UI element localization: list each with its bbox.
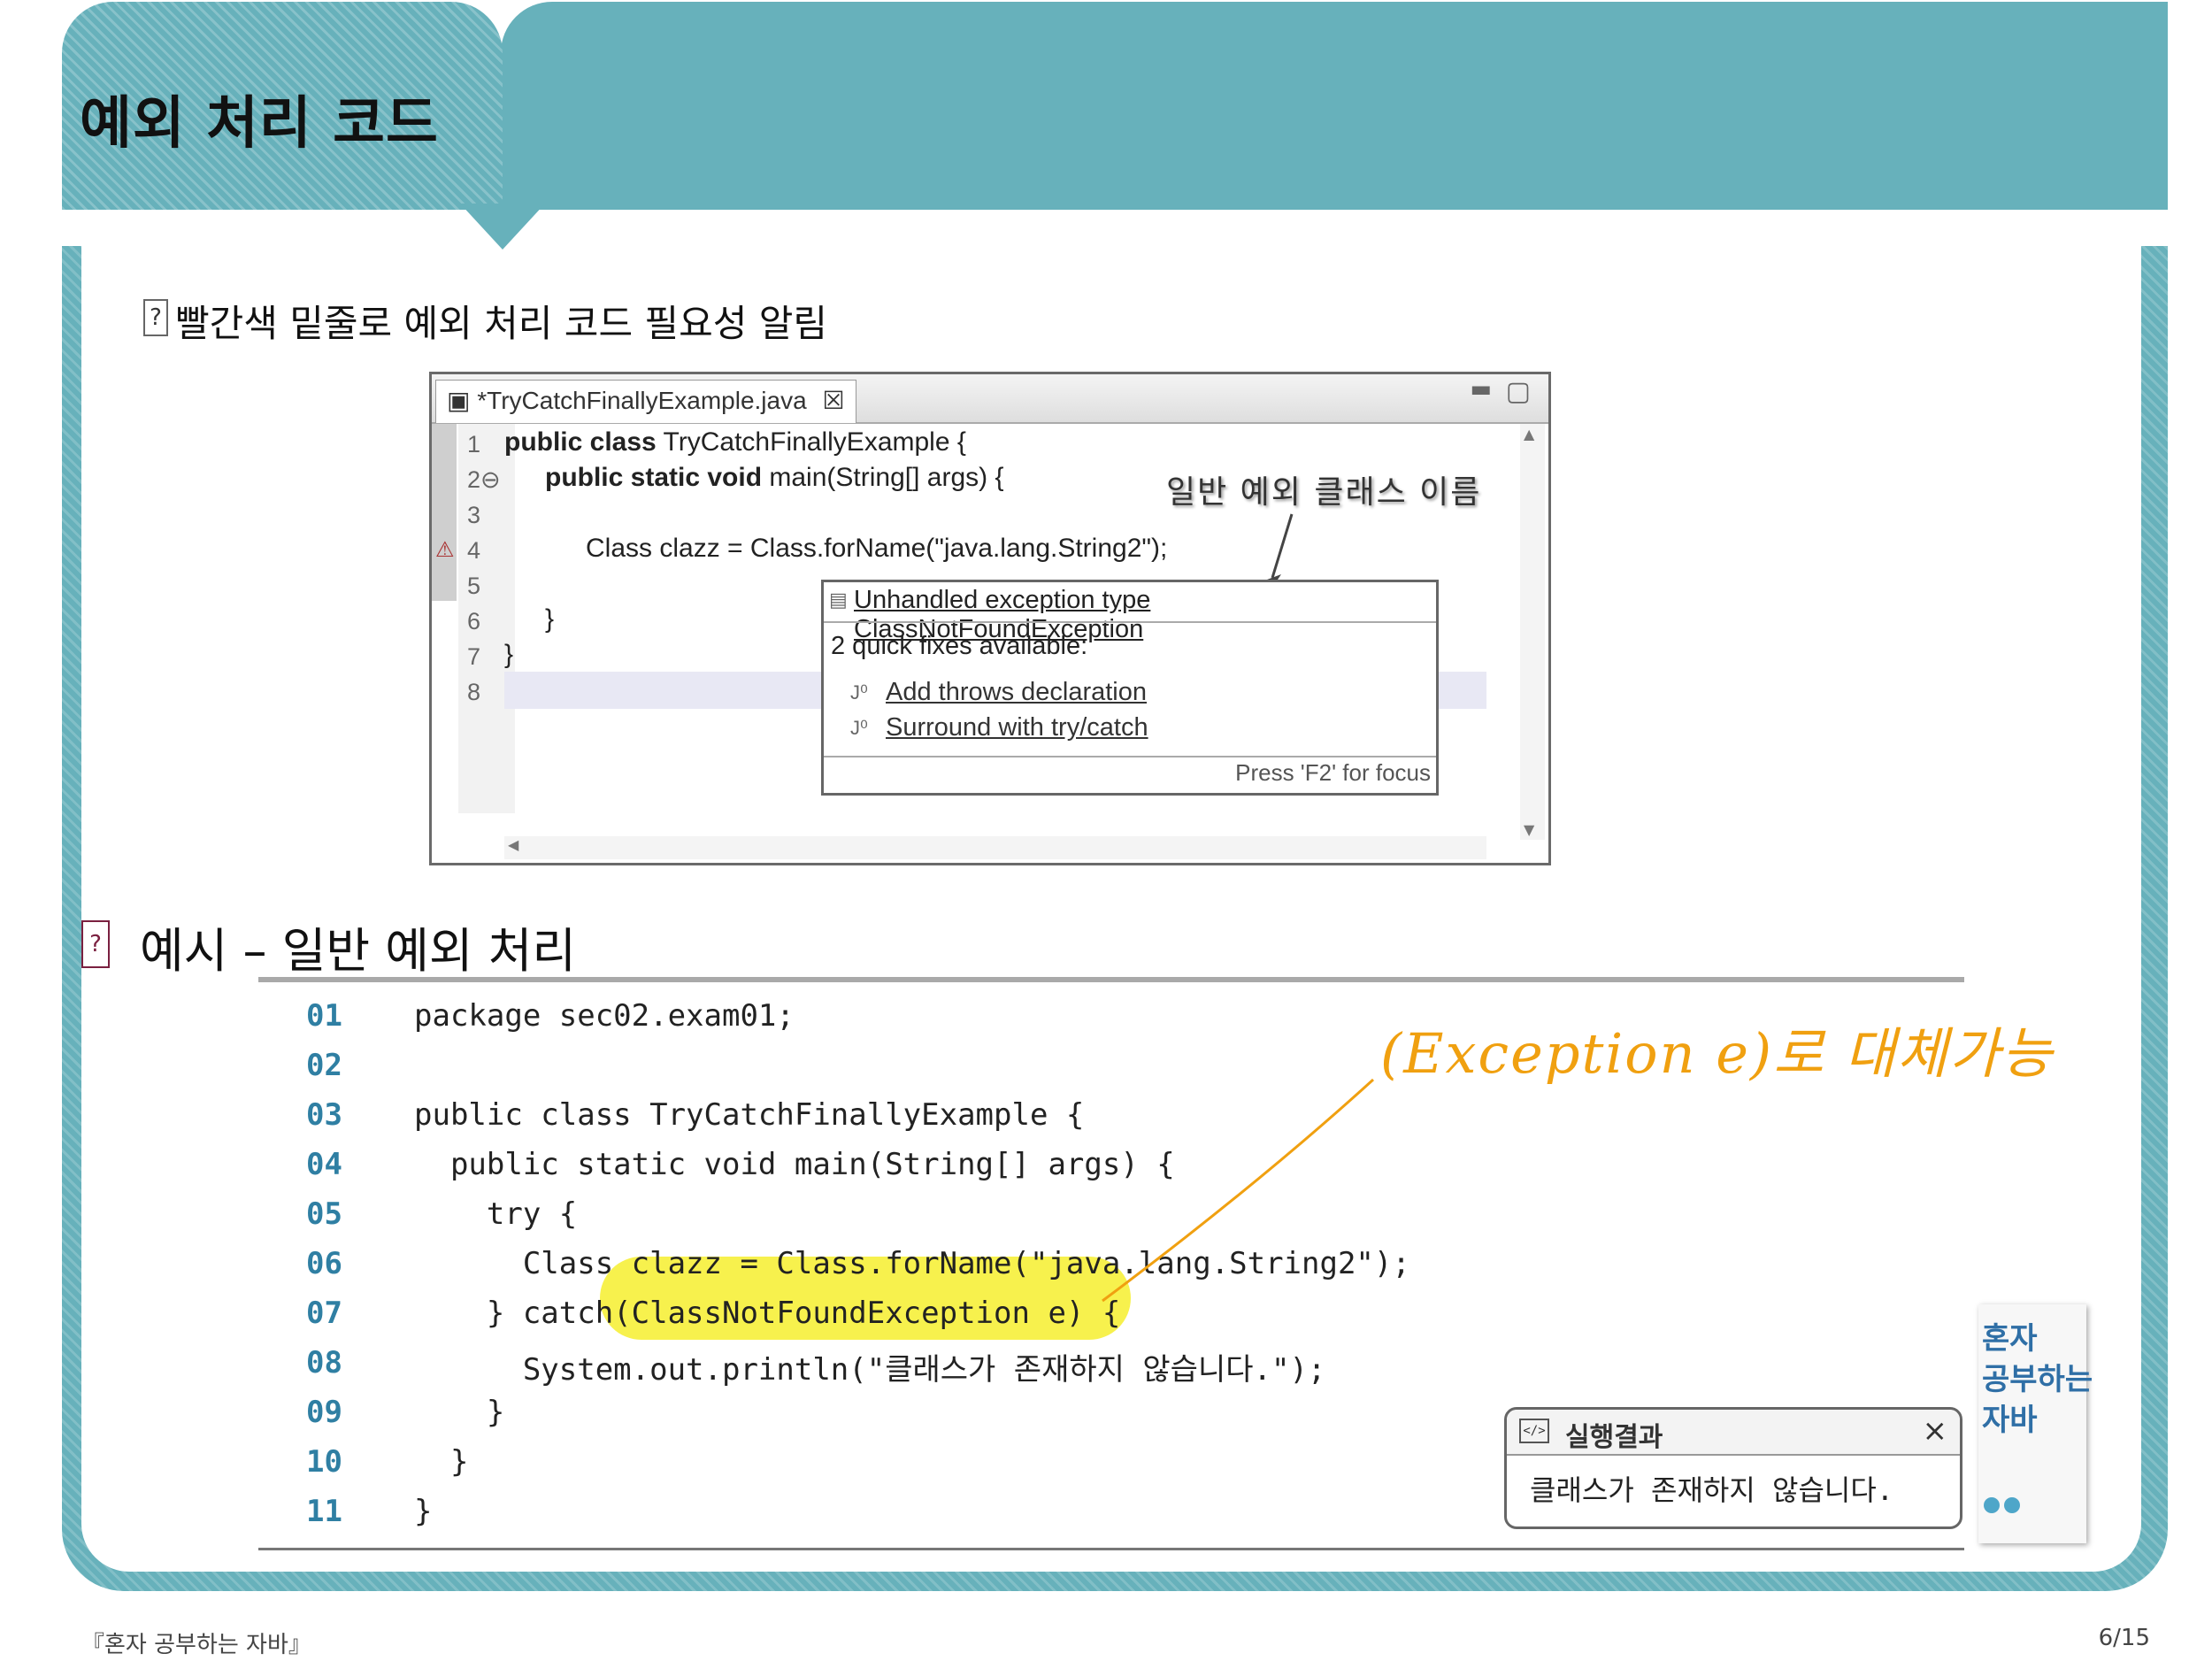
error-icon: ▤ xyxy=(829,589,848,611)
page-number: 6/15 xyxy=(2098,1625,2150,1651)
note-bullet-icon: ? xyxy=(143,299,168,336)
code-bottom-rule xyxy=(258,1548,1964,1550)
quick-fix-item: Surround with try/catch xyxy=(886,713,1148,742)
code-line-number: 03 xyxy=(306,1097,342,1133)
code-line: } xyxy=(414,1444,469,1480)
ide-screenshot: ▣ *TryCatchFinallyExample.java ☒ ▬ ▢ ⚠ 1… xyxy=(429,372,1551,865)
note-text: 빨간색 밑줄로 예외 처리 코드 필요성 알림 xyxy=(175,302,827,345)
divider xyxy=(824,621,1436,623)
code-line: } xyxy=(414,1395,505,1430)
code-line: } catch(ClassNotFoundException e) { xyxy=(414,1296,1121,1331)
code-line-number: 07 xyxy=(306,1296,342,1331)
example-heading: 예시 – 일반 예외 처리 xyxy=(140,923,577,979)
ide-vertical-scrollbar: ▲ ▼ xyxy=(1520,424,1545,840)
popup-footer: Press 'F2' for focus xyxy=(1235,759,1431,786)
quick-fix-popup: ▤ Unhandled exception type ClassNotFound… xyxy=(821,580,1439,796)
code-top-rule xyxy=(258,977,1964,982)
quick-fix-icon: J⁰ xyxy=(850,681,868,704)
result-title: 실행결과 xyxy=(1565,1422,1663,1453)
example-bullet-icon: ? xyxy=(81,920,110,968)
close-icon: × xyxy=(1922,1413,1948,1449)
code-line: public class TryCatchFinallyExample { xyxy=(414,1097,1085,1133)
code-line: try { xyxy=(414,1196,578,1232)
code-line: public static void main(String[] args) { xyxy=(414,1147,1175,1182)
page-title: 예외 처리 코드 xyxy=(80,91,439,157)
quick-fix-icon: J⁰ xyxy=(850,717,868,739)
book-cover-title: 혼자 공부하는 자바 xyxy=(1982,1321,2093,1438)
code-line: package sec02.exam01; xyxy=(414,998,795,1034)
scroll-up-icon: ▲ xyxy=(1524,426,1535,442)
result-output: 클래스가 존재하지 않습니다. xyxy=(1530,1473,1894,1507)
code-line-number: 09 xyxy=(306,1395,342,1430)
handwritten-annotation: (Exception e)로 대체가능 xyxy=(1380,1021,2055,1086)
result-panel: </> 실행결과 × 클래스가 존재하지 않습니다. xyxy=(1504,1407,1962,1529)
code-line-number: 10 xyxy=(306,1444,342,1480)
title-tab-notch xyxy=(460,204,545,250)
divider xyxy=(824,756,1436,757)
header-bar xyxy=(501,2,2168,210)
code-line-number: 06 xyxy=(306,1246,342,1281)
footer-book-reference: 『혼자 공부하는 자바』 xyxy=(81,1632,311,1658)
code-line: } xyxy=(414,1494,433,1529)
book-cover-badges xyxy=(1984,1497,2023,1519)
scroll-down-icon: ▼ xyxy=(1524,821,1535,838)
result-panel-header: </> 실행결과 × xyxy=(1507,1410,1960,1456)
code-line-number: 11 xyxy=(306,1494,342,1529)
code-line-number: 05 xyxy=(306,1196,342,1232)
console-icon: </> xyxy=(1519,1419,1549,1443)
code-line-number: 02 xyxy=(306,1048,342,1083)
ide-horizontal-scrollbar: ◀ xyxy=(504,836,1486,859)
code-line-number: 08 xyxy=(306,1345,342,1380)
book-cover-image: 혼자 공부하는 자바 xyxy=(1978,1304,2093,1543)
quick-fix-item: Add throws declaration xyxy=(886,678,1147,706)
code-line: Class clazz = Class.forName("java.lang.S… xyxy=(414,1246,1410,1281)
code-line: System.out.println("클래스가 존재하지 않습니다."); xyxy=(414,1352,1326,1388)
code-line-number: 04 xyxy=(306,1147,342,1182)
code-line-number: 01 xyxy=(306,998,342,1034)
scroll-left-icon: ◀ xyxy=(508,836,519,853)
quick-fix-title: 2 quick fixes available: xyxy=(831,632,1088,660)
